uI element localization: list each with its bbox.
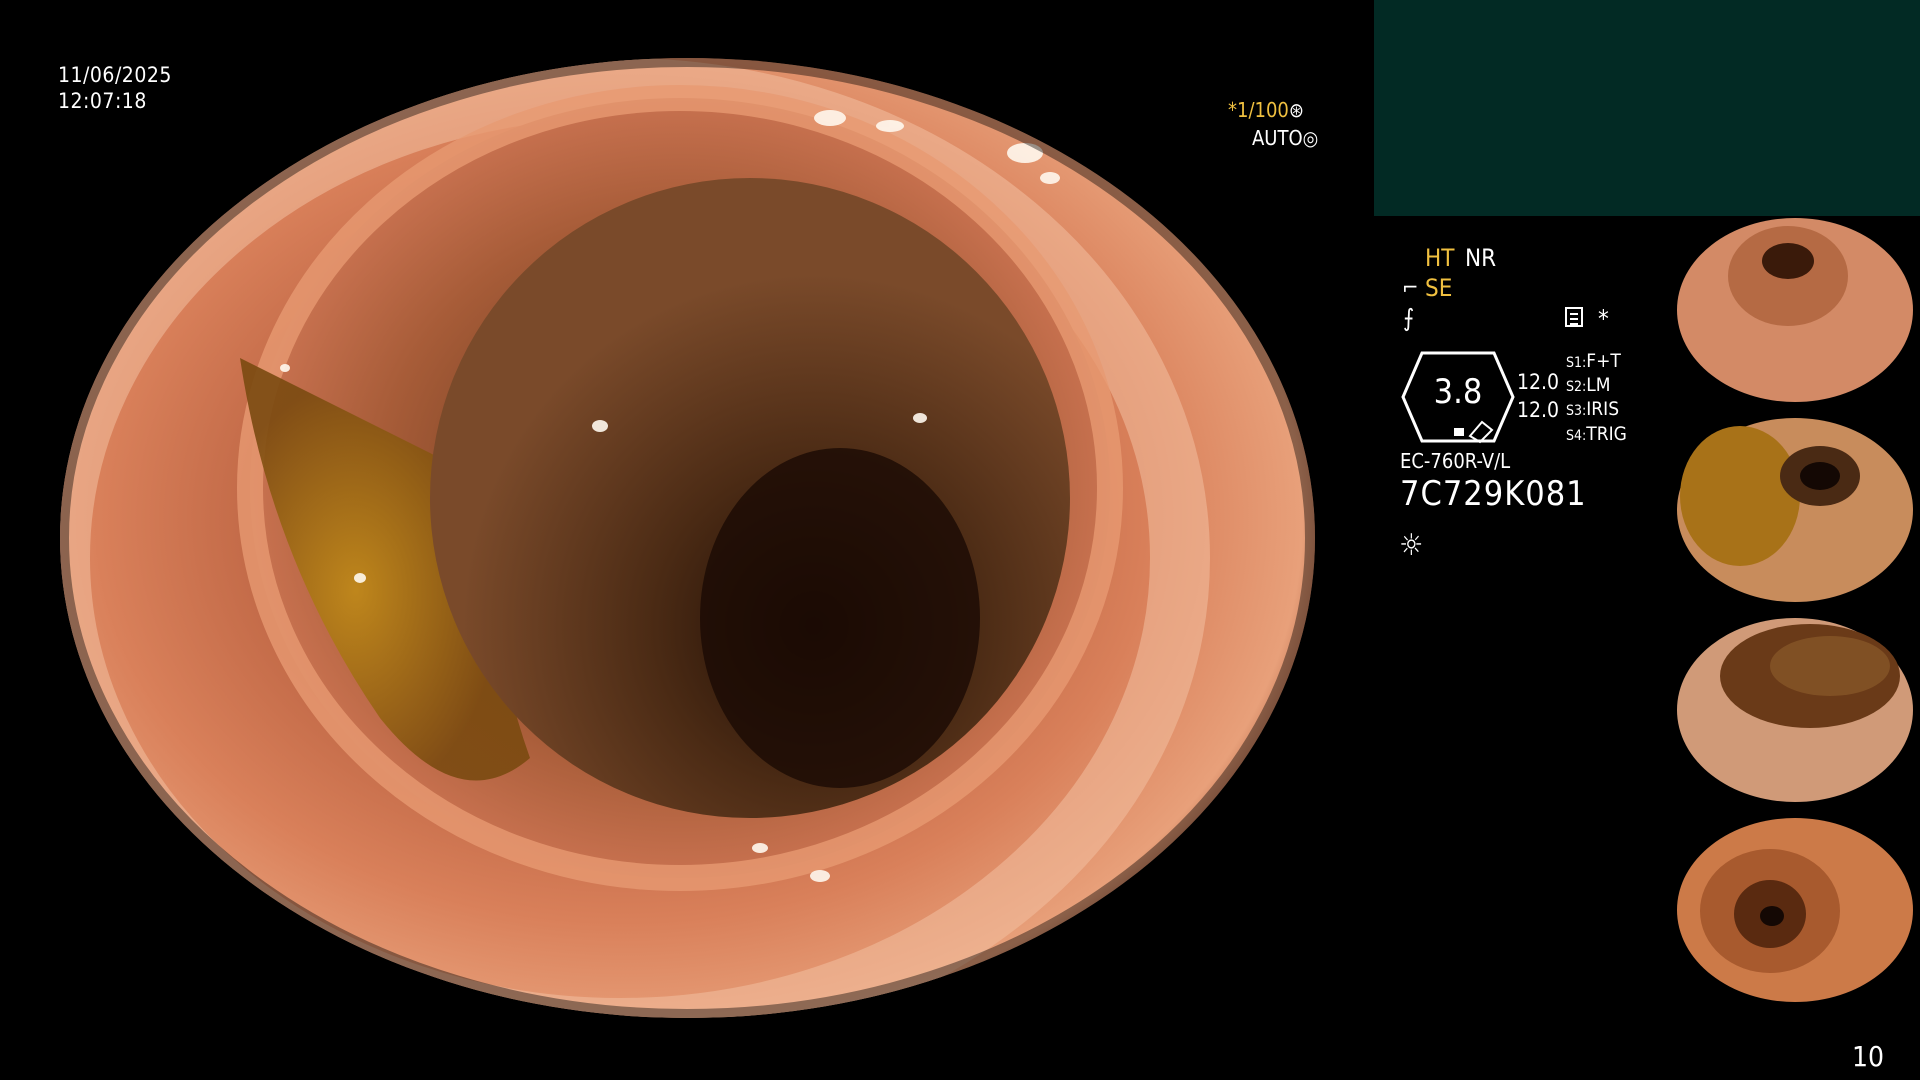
gain-value-1: 12.0 [1517,370,1560,394]
nr-indicator: NR [1465,244,1497,272]
gain-value-2: 12.0 [1517,398,1560,422]
shutter-text: *1/100 [1228,98,1289,122]
switch-s1: S1:F+T [1566,350,1621,372]
se-icon: ⌐ [1402,276,1419,301]
thumbnail-2[interactable] [1670,416,1920,604]
ht-indicator: HT [1425,244,1455,272]
thumbnail-image-4 [1670,816,1920,1004]
thumbnail-image-2 [1670,416,1920,604]
exposure-mode: AUTO◎ [1252,126,1318,150]
thumbnail-4[interactable] [1670,816,1920,1004]
light-icon: ☼ [1399,528,1424,563]
asterisk-indicator: * [1598,305,1609,333]
memo-icon [1565,307,1583,327]
exposure-mode-text: AUTO [1252,126,1303,150]
page-number: 10 [1852,1040,1885,1073]
auto-iris-icon: ◎ [1302,126,1319,150]
thumbnail-image-1 [1670,216,1920,404]
switch-s4: S4:TRIG [1566,423,1627,445]
thumbnail-image-3 [1670,616,1920,804]
scope-serial: 7C729K081 [1400,474,1587,514]
switch-s2: S2:LM [1566,374,1611,396]
scope-model: EC-760R-V/L [1400,449,1511,473]
colon-lumen-image [60,58,1315,1018]
shutter-icon: ⊛ [1288,98,1304,122]
info-panel-header [1374,0,1920,216]
endoscope-main-view [60,58,1315,1018]
switch-s3: S3:IRIS [1566,398,1620,420]
flash-icon: ⨍ [1403,304,1415,332]
zoom-value: 3.8 [1433,372,1483,412]
time-text: 12:07:18 [58,89,147,113]
date-text: 11/06/2025 [58,63,172,87]
se-indicator: SE [1425,274,1453,302]
shutter-speed: *1/100⊛ [1228,98,1304,122]
thumbnail-1[interactable] [1670,216,1920,404]
thumbnail-3[interactable] [1670,616,1920,804]
date-time: 11/06/2025 12:07:18 [58,62,172,114]
